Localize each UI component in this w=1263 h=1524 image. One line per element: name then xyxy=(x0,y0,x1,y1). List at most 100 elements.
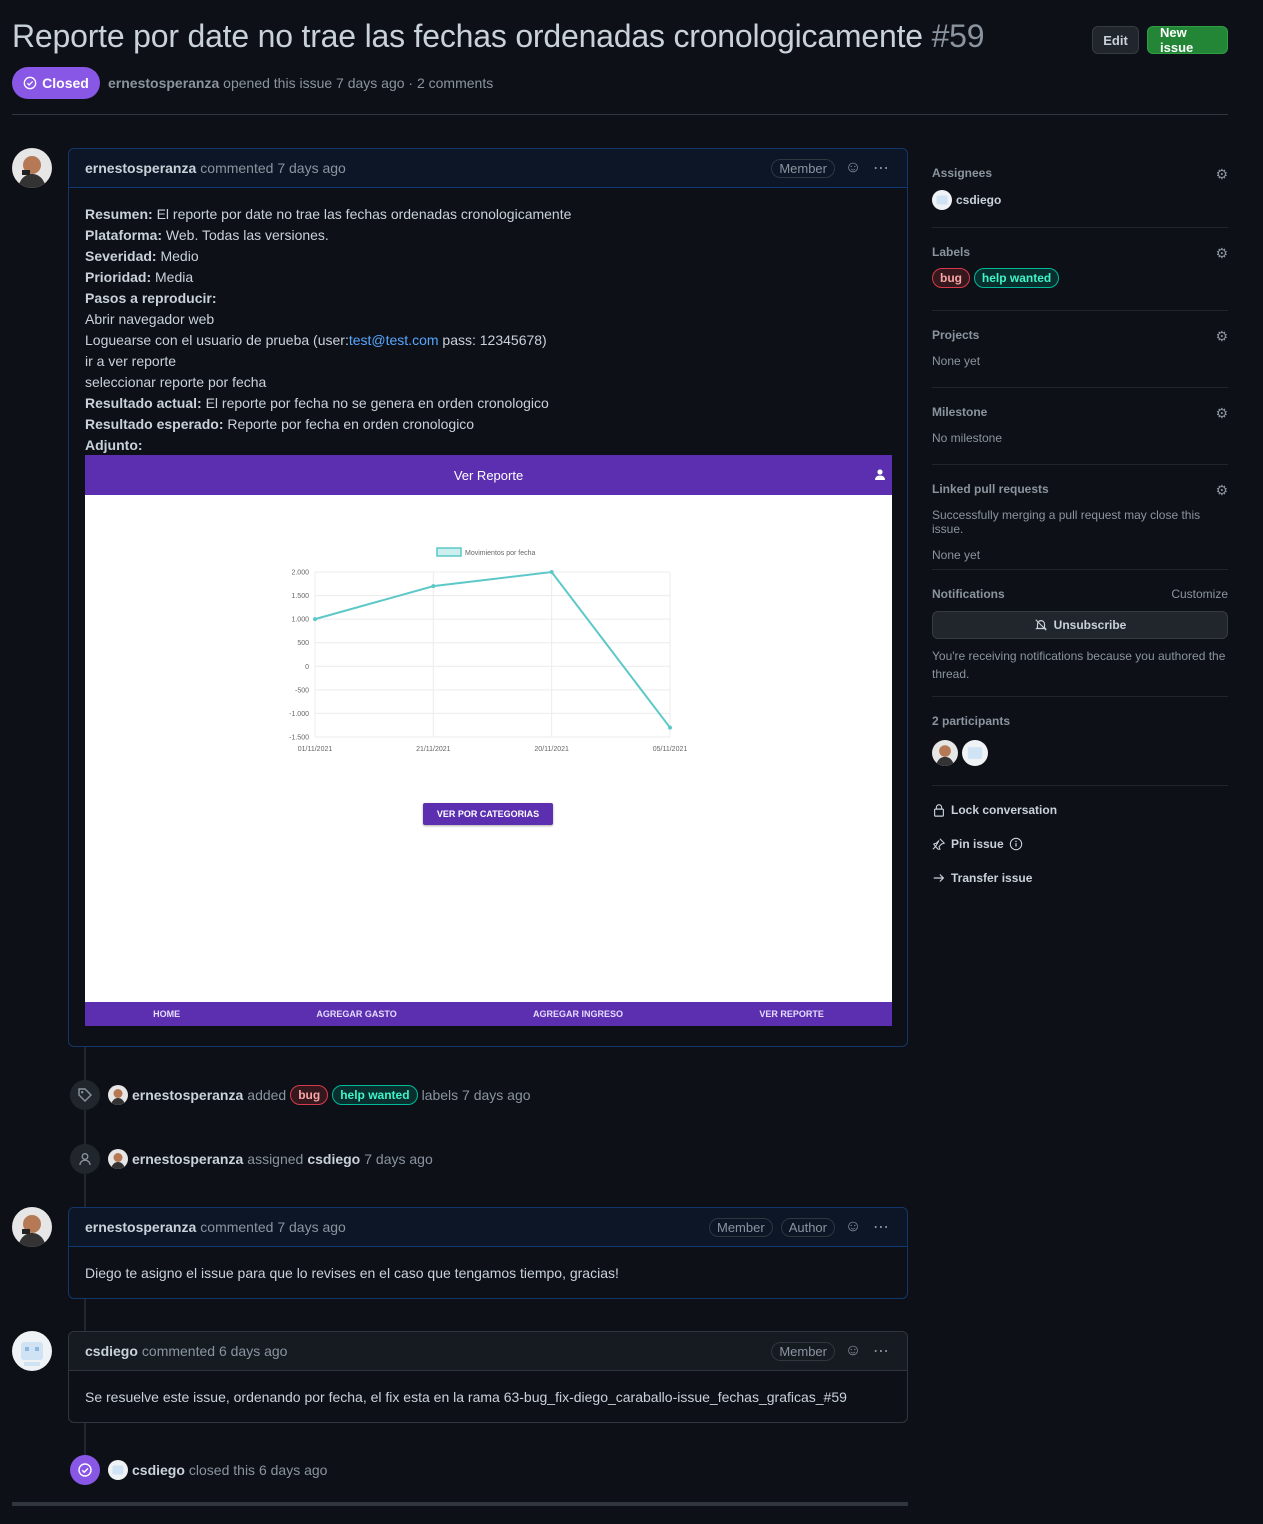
x-tick-label: 20/11/2021 xyxy=(534,746,569,753)
gear-icon[interactable]: ⚙ xyxy=(1215,482,1228,499)
avatar-ernestosperanza[interactable] xyxy=(12,1207,52,1247)
kebab-menu-icon[interactable]: ⋯ xyxy=(871,1217,891,1237)
status-badge: Closed xyxy=(12,67,100,99)
step-4: seleccionar reporte por fecha xyxy=(85,374,267,390)
avatar-csdiego-small xyxy=(932,190,952,210)
assignees-title[interactable]: Assignees xyxy=(932,166,1228,180)
new-issue-button[interactable]: New issue xyxy=(1147,25,1228,55)
sidebar-milestone: Milestone ⚙ No milestone xyxy=(932,405,1228,465)
linked-prs-title[interactable]: Linked pull requests xyxy=(932,482,1228,496)
event-closed: csdiego closed this 6 days ago xyxy=(70,1455,327,1485)
x-tick-label: 01/11/2021 xyxy=(298,746,333,753)
milestone-title[interactable]: Milestone xyxy=(932,405,1228,419)
label-help-wanted[interactable]: help wanted xyxy=(973,268,1060,288)
comment-time[interactable]: commented 7 days ago xyxy=(200,160,346,176)
line-pasos: Pasos a reproducir: xyxy=(85,290,217,306)
avatar-ernestosperanza-small[interactable] xyxy=(108,1149,128,1169)
screenshot-nav: HOME AGREGAR GASTO AGREGAR INGRESO VER R… xyxy=(85,1002,892,1026)
comment-1-header: ernestosperanza commented 7 days ago Mem… xyxy=(69,149,907,188)
email-link[interactable]: test@test.com xyxy=(349,332,439,348)
y-tick-label: -500 xyxy=(295,687,309,694)
screenshot-header: Ver Reporte xyxy=(85,455,892,495)
issue-author-link[interactable]: ernestosperanza xyxy=(108,75,219,91)
assignee-item[interactable]: csdiego xyxy=(932,190,1228,210)
pin-issue-link[interactable]: Pin issue xyxy=(932,837,1023,851)
smiley-icon[interactable]: ☺ xyxy=(843,159,863,177)
edit-button[interactable]: Edit xyxy=(1092,26,1139,54)
gear-icon[interactable]: ⚙ xyxy=(1215,245,1228,262)
event-actor[interactable]: csdiego xyxy=(132,1462,185,1478)
projects-value: None yet xyxy=(932,354,981,368)
comment-author[interactable]: ernestosperanza xyxy=(85,160,196,176)
comment-time[interactable]: commented 6 days ago xyxy=(142,1343,288,1359)
closed-check-icon xyxy=(70,1455,100,1485)
event-suffix: labels 7 days ago xyxy=(421,1087,531,1103)
member-badge: Member xyxy=(771,1341,835,1361)
participant-avatar-ernestosperanza[interactable] xyxy=(932,740,958,766)
user-icon xyxy=(874,468,886,483)
sidebar-labels: Labels ⚙ bug help wanted xyxy=(932,245,1228,311)
report-chart: Movimientos por fecha 2.000 1.500 1.000 500 0… xyxy=(289,547,687,753)
avatar-ernestosperanza[interactable] xyxy=(12,148,52,188)
comment-author[interactable]: csdiego xyxy=(85,1343,138,1359)
labels-title[interactable]: Labels xyxy=(932,245,1228,259)
event-assigned: ernestosperanza assigned csdiego 7 days … xyxy=(70,1144,433,1174)
comment-2-header: ernestosperanza commented 7 days ago Mem… xyxy=(69,1208,907,1247)
label-bug[interactable]: bug xyxy=(290,1085,329,1105)
data-point xyxy=(431,584,436,589)
member-badge: Member xyxy=(771,158,835,178)
avatar-csdiego[interactable] xyxy=(12,1331,52,1371)
gear-icon[interactable]: ⚙ xyxy=(1215,328,1228,345)
attached-screenshot[interactable]: Ver Reporte Movimientos por fecha 2.000 1.… xyxy=(85,455,892,1026)
unsubscribe-label: Unsubscribe xyxy=(1053,618,1127,632)
gear-icon[interactable]: ⚙ xyxy=(1215,405,1228,422)
info-icon xyxy=(1009,837,1022,851)
smiley-icon[interactable]: ☺ xyxy=(843,1342,863,1360)
legend-swatch xyxy=(436,547,462,557)
unsubscribe-button[interactable]: Unsubscribe xyxy=(932,611,1228,639)
lock-conversation-link[interactable]: Lock conversation xyxy=(932,803,1057,817)
screenshot-title: Ver Reporte xyxy=(453,467,524,483)
y-tick-label: -1.000 xyxy=(289,711,309,718)
data-point xyxy=(668,725,672,730)
check-circle-icon xyxy=(23,76,37,90)
event-actor[interactable]: ernestosperanza xyxy=(132,1087,243,1103)
y-tick-label: 500 xyxy=(297,640,309,647)
avatar-ernestosperanza-small[interactable] xyxy=(108,1085,128,1105)
comment-3-body: Se resuelve este issue, ordenando por fe… xyxy=(85,1389,847,1405)
linked-prs-desc: Successfully merging a pull request may … xyxy=(932,508,1201,536)
gear-icon[interactable]: ⚙ xyxy=(1215,166,1228,183)
event-labels-added: ernestosperanza added bug help wanted la… xyxy=(70,1080,531,1110)
comment-author[interactable]: ernestosperanza xyxy=(85,1219,196,1235)
smiley-icon[interactable]: ☺ xyxy=(843,1218,863,1236)
event-time[interactable]: 7 days ago xyxy=(364,1151,433,1167)
line-severidad: Severidad: Medio xyxy=(85,248,199,264)
bell-slash-icon xyxy=(1034,619,1047,631)
kebab-menu-icon[interactable]: ⋯ xyxy=(871,1341,891,1361)
data-point xyxy=(313,617,317,622)
avatar-csdiego-small[interactable] xyxy=(108,1460,128,1480)
participants-title: 2 participants xyxy=(932,714,1011,728)
comment-time[interactable]: commented 7 days ago xyxy=(200,1219,346,1235)
y-tick-label: 1.500 xyxy=(291,593,309,600)
label-bug[interactable]: bug xyxy=(932,268,970,288)
line-plataforma: Plataforma: Web. Todas las versiones. xyxy=(85,227,329,243)
issue-meta-text: opened this issue 7 days ago · 2 comment… xyxy=(223,75,494,91)
event-actor[interactable]: ernestosperanza xyxy=(132,1151,243,1167)
nav-home: HOME xyxy=(153,1009,181,1019)
comment-2-body: Diego te asigno el issue para que lo rev… xyxy=(85,1265,619,1281)
label-help-wanted[interactable]: help wanted xyxy=(332,1085,418,1105)
nav-agregar-gasto: AGREGAR GASTO xyxy=(316,1009,397,1019)
comment-3-header: csdiego commented 6 days ago Member ☺ ⋯ xyxy=(69,1332,907,1371)
y-tick-label: 2.000 xyxy=(291,570,309,577)
lock-icon xyxy=(934,804,944,817)
customize-link[interactable]: Customize xyxy=(1171,587,1228,601)
sidebar-notifications: Notifications Customize Unsubscribe You'… xyxy=(932,587,1228,697)
transfer-issue-link[interactable]: Transfer issue xyxy=(932,871,1032,885)
event-target[interactable]: csdiego xyxy=(307,1151,360,1167)
participant-avatar-csdiego[interactable] xyxy=(962,740,988,766)
projects-title[interactable]: Projects xyxy=(932,328,1228,342)
kebab-menu-icon[interactable]: ⋯ xyxy=(871,158,891,178)
status-text: Closed xyxy=(42,75,89,91)
step-2: Loguearse con el usuario de prueba (user… xyxy=(85,332,547,348)
